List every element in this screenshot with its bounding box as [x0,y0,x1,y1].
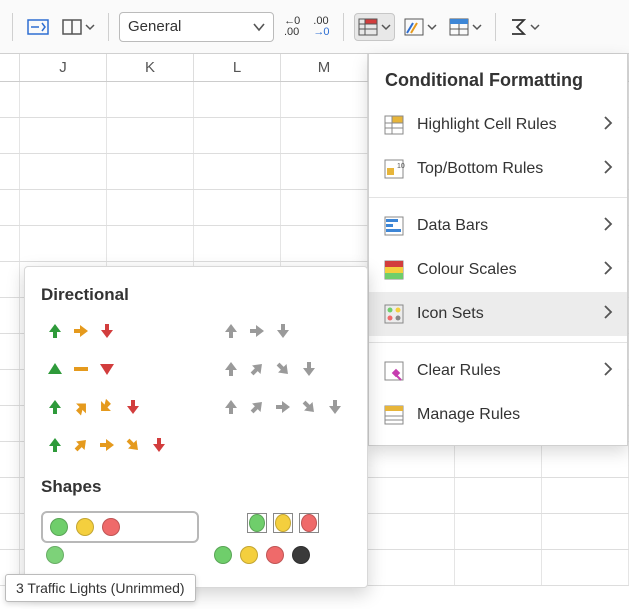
table-styles-button[interactable] [446,14,485,40]
iconset-4-traffic-lights-black[interactable] [191,527,199,531]
cell-styles-button[interactable] [401,14,440,40]
separator [343,13,344,41]
separator [12,13,13,41]
iconset-5-arrows-gray[interactable] [217,395,349,419]
remove-decimal-button[interactable]: ←0.00 [280,14,303,40]
chevron-down-icon [84,16,96,38]
col-header[interactable]: M [281,54,368,81]
chevron-right-icon [603,160,613,179]
chevron-right-icon [603,261,613,280]
top-bottom-rules-icon: 10 [383,158,405,180]
iconset-4-arrows-colored[interactable] [41,395,173,419]
iconset-3-signs[interactable] [41,543,69,567]
chevron-down-icon [253,21,265,33]
wrap-text-button[interactable] [23,14,53,40]
separator [495,13,496,41]
col-header[interactable]: K [107,54,194,81]
separator [108,13,109,41]
chevron-right-icon [603,217,613,236]
chevron-down-icon [426,16,438,38]
add-decimal-button[interactable]: .00→0 [309,14,332,40]
number-format-value: General [128,18,181,35]
col-header[interactable]: J [20,54,107,81]
chevron-down-icon [529,16,541,38]
autosum-button[interactable] [506,14,543,40]
merge-cells-button[interactable] [59,14,98,40]
conditional-formatting-button[interactable] [354,13,395,41]
chevron-down-icon [380,16,392,38]
colour-scales-icon [383,259,405,281]
chevron-right-icon [603,116,613,135]
iconset-4-arrows-gray[interactable] [217,357,349,381]
icon-sets-submenu: Directional [24,266,368,588]
menu-item-highlight-cell-rules[interactable]: Highlight Cell Rules [369,103,627,147]
clear-rules-icon [383,360,405,382]
toolbar: General ←0.00 .00→0 [0,0,629,54]
iconset-3-arrows-colored[interactable] [41,319,173,343]
svg-text:10: 10 [397,163,405,170]
iconset-3-triangles[interactable] [41,357,173,381]
highlight-rules-icon [383,114,405,136]
menu-title: Conditional Formatting [369,66,627,103]
menu-separator [369,342,627,343]
chevron-right-icon [603,305,613,324]
menu-item-icon-sets[interactable]: Icon Sets [369,292,627,336]
chevron-right-icon [603,362,613,381]
menu-separator [369,197,627,198]
chevron-down-icon [471,16,483,38]
menu-item-data-bars[interactable]: Data Bars [369,204,627,248]
data-bars-icon [383,215,405,237]
iconsets-section-shapes: Shapes [41,477,351,497]
col-header[interactable]: L [194,54,281,81]
conditional-formatting-menu: Conditional Formatting Highlight Cell Ru… [368,54,628,446]
menu-item-top-bottom-rules[interactable]: 10 Top/Bottom Rules [369,147,627,191]
iconset-3-traffic-lights-unrimmed[interactable] [41,511,199,543]
iconset-3-arrows-gray[interactable] [217,319,349,343]
menu-item-colour-scales[interactable]: Colour Scales [369,248,627,292]
icon-sets-icon [383,303,405,325]
iconset-3-traffic-lights-rimmed[interactable] [243,511,323,535]
menu-item-clear-rules[interactable]: Clear Rules [369,349,627,393]
manage-rules-icon [383,404,405,426]
iconset-5-arrows-colored[interactable] [41,433,173,457]
iconsets-section-directional: Directional [41,285,351,305]
iconset-4-traffic-lights[interactable] [209,543,315,567]
tooltip: 3 Traffic Lights (Unrimmed) [5,574,196,602]
menu-item-manage-rules[interactable]: Manage Rules [369,393,627,437]
number-format-select[interactable]: General [119,12,274,42]
